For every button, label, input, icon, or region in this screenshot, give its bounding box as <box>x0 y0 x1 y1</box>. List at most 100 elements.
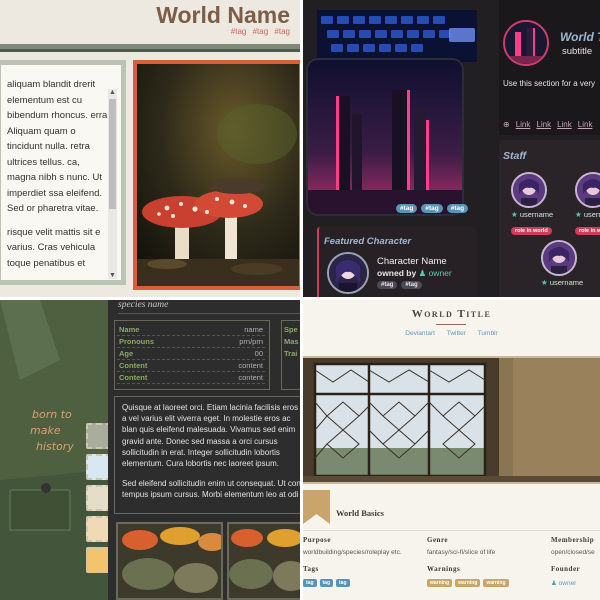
staff-username[interactable]: username <box>584 210 600 219</box>
tag-pill[interactable]: #tag <box>396 204 418 213</box>
staff-member[interactable]: ★ username role in w <box>575 172 600 237</box>
membership-label: Membership <box>551 536 595 544</box>
deviantart-link[interactable]: Deviantart <box>405 330 435 337</box>
species-paragraph: Sed eleifend sollicitudin enim ut conseq… <box>122 479 300 500</box>
staff-username[interactable]: username <box>520 210 553 219</box>
species-paragraph: Quisque at laoreet orci. Etiam lacinia f… <box>122 403 299 469</box>
staff-avatar[interactable] <box>575 172 600 208</box>
world-link[interactable]: Link <box>536 120 551 129</box>
twitter-link[interactable]: Twitter <box>447 330 466 337</box>
person-icon: ♟ <box>418 268 427 278</box>
mushroom-photo <box>133 60 300 290</box>
tag-pill[interactable]: #tag <box>446 204 469 213</box>
staff-role: role in world <box>511 227 552 235</box>
genre-value: fantasy/sci-fi/slice of life <box>427 549 496 556</box>
title-underline <box>436 324 466 325</box>
tag-pill[interactable]: tag <box>336 579 350 587</box>
staff-avatar[interactable] <box>511 172 547 208</box>
world-name-title: World Name <box>156 2 290 28</box>
world-links: ⊕ Link Link Link Link <box>503 120 592 129</box>
warnings-label: Warnings <box>427 565 461 573</box>
tag-pill[interactable]: tag <box>303 579 317 587</box>
owned-by-label: owned by <box>377 268 417 278</box>
world-title: World Title <box>411 308 492 320</box>
tag-pill[interactable]: #tag <box>421 204 443 213</box>
species-text: Quisque at laoreet orci. Etiam lacinia f… <box>122 402 300 508</box>
world-profile-panel <box>499 0 600 135</box>
stat-row: Pronouns prn/prn <box>117 337 265 348</box>
staff-avatar[interactable] <box>541 240 577 276</box>
tumblr-link[interactable]: Tumblr <box>478 330 498 337</box>
stat-label: Spe <box>284 325 298 334</box>
world-name-preview: World Name #tag #tag #tag aliquam blandi… <box>0 0 300 297</box>
species-name: species name <box>118 300 169 310</box>
lore-text: aliquam blandit drerit elementum est cu … <box>7 77 111 279</box>
svg-text:born to: born to <box>32 408 72 421</box>
world-basics-heading: World Basics <box>336 508 384 518</box>
staff-heading: Staff <box>503 150 527 162</box>
castle-window-photo <box>303 356 600 484</box>
world-subtitle: subtitle <box>562 46 593 57</box>
divider <box>118 313 300 314</box>
lore-text-box[interactable]: aliquam blandit drerit elementum est cu … <box>0 60 126 285</box>
svg-text:make: make <box>30 424 61 437</box>
founder-label: Founder <box>551 565 581 573</box>
city-tags: #tag #tag #tag <box>396 204 469 213</box>
star-icon: ★ <box>541 278 548 287</box>
character-avatar[interactable] <box>327 252 369 294</box>
warning-pill: warning <box>483 579 509 587</box>
world-link[interactable]: Link <box>516 120 531 129</box>
tag-link[interactable]: #tag <box>274 27 290 36</box>
social-links: Deviantart Twitter Tumblr <box>303 330 600 337</box>
world-link[interactable]: Link <box>578 120 593 129</box>
character-tags: #tag #tag <box>377 281 422 289</box>
staff-member[interactable]: ★ username <box>541 240 583 287</box>
scrollbar[interactable]: ▲ ▼ <box>108 89 117 279</box>
membership-value: open/closed/se <box>551 549 595 556</box>
lore-paragraph: risque velit mattis sit e varius. Cras v… <box>7 226 101 269</box>
header-divider <box>0 44 300 52</box>
lore-paragraph: aliquam blandit drerit elementum est cu … <box>7 79 110 214</box>
featured-character-heading: Featured Character <box>324 236 412 247</box>
scroll-down-icon[interactable]: ▼ <box>109 272 116 279</box>
divider <box>303 530 600 531</box>
scroll-up-icon[interactable]: ▲ <box>109 89 116 96</box>
owner-link[interactable]: owner <box>429 268 452 278</box>
tag-pill[interactable]: tag <box>319 579 333 587</box>
tag-link[interactable]: #tag <box>253 27 269 36</box>
stat-label: Trai <box>284 349 298 358</box>
star-icon: ★ <box>511 210 518 219</box>
staff-role: role in w <box>575 227 600 235</box>
staff-username[interactable]: username <box>550 278 583 287</box>
warning-pill: warning <box>427 579 453 587</box>
tag-list: tag tag tag <box>303 579 350 587</box>
bookmark-icon <box>303 490 330 524</box>
world-link[interactable]: Link <box>557 120 572 129</box>
svg-text:history: history <box>36 440 74 453</box>
tags-label: Tags <box>303 565 319 573</box>
tag-link[interactable]: #tag <box>231 27 247 36</box>
stat-row: Age 00 <box>117 349 265 360</box>
genre-label: Genre <box>427 536 449 544</box>
stat-row: Content content <box>117 373 265 384</box>
warning-list: warning warning warning <box>427 579 509 587</box>
species-page-preview: born to make history species name Name na… <box>0 300 300 600</box>
tag-pill[interactable]: #tag <box>401 281 422 289</box>
stat-row: Name name <box>117 325 265 336</box>
person-icon: ♟ <box>551 580 557 587</box>
warning-pill: warning <box>455 579 481 587</box>
stat-row: Content content <box>117 361 265 372</box>
world-avatar <box>503 20 549 66</box>
character-name[interactable]: Character Name <box>377 256 447 267</box>
light-world-overview: World Title Deviantart Twitter Tumblr Wo… <box>303 300 600 600</box>
founder-link[interactable]: owner <box>559 580 577 587</box>
thread-spools-image <box>227 522 300 600</box>
purpose-label: Purpose <box>303 536 331 544</box>
star-icon: ★ <box>575 210 582 219</box>
tag-pill[interactable]: #tag <box>377 281 398 289</box>
staff-member[interactable]: ★ username role in world <box>511 172 553 237</box>
world-description: Use this section for a very <box>503 79 596 88</box>
scrollbar-thumb[interactable] <box>109 99 116 209</box>
world-tags: #tag #tag #tag <box>227 27 290 36</box>
world-title: World Title <box>560 30 600 44</box>
